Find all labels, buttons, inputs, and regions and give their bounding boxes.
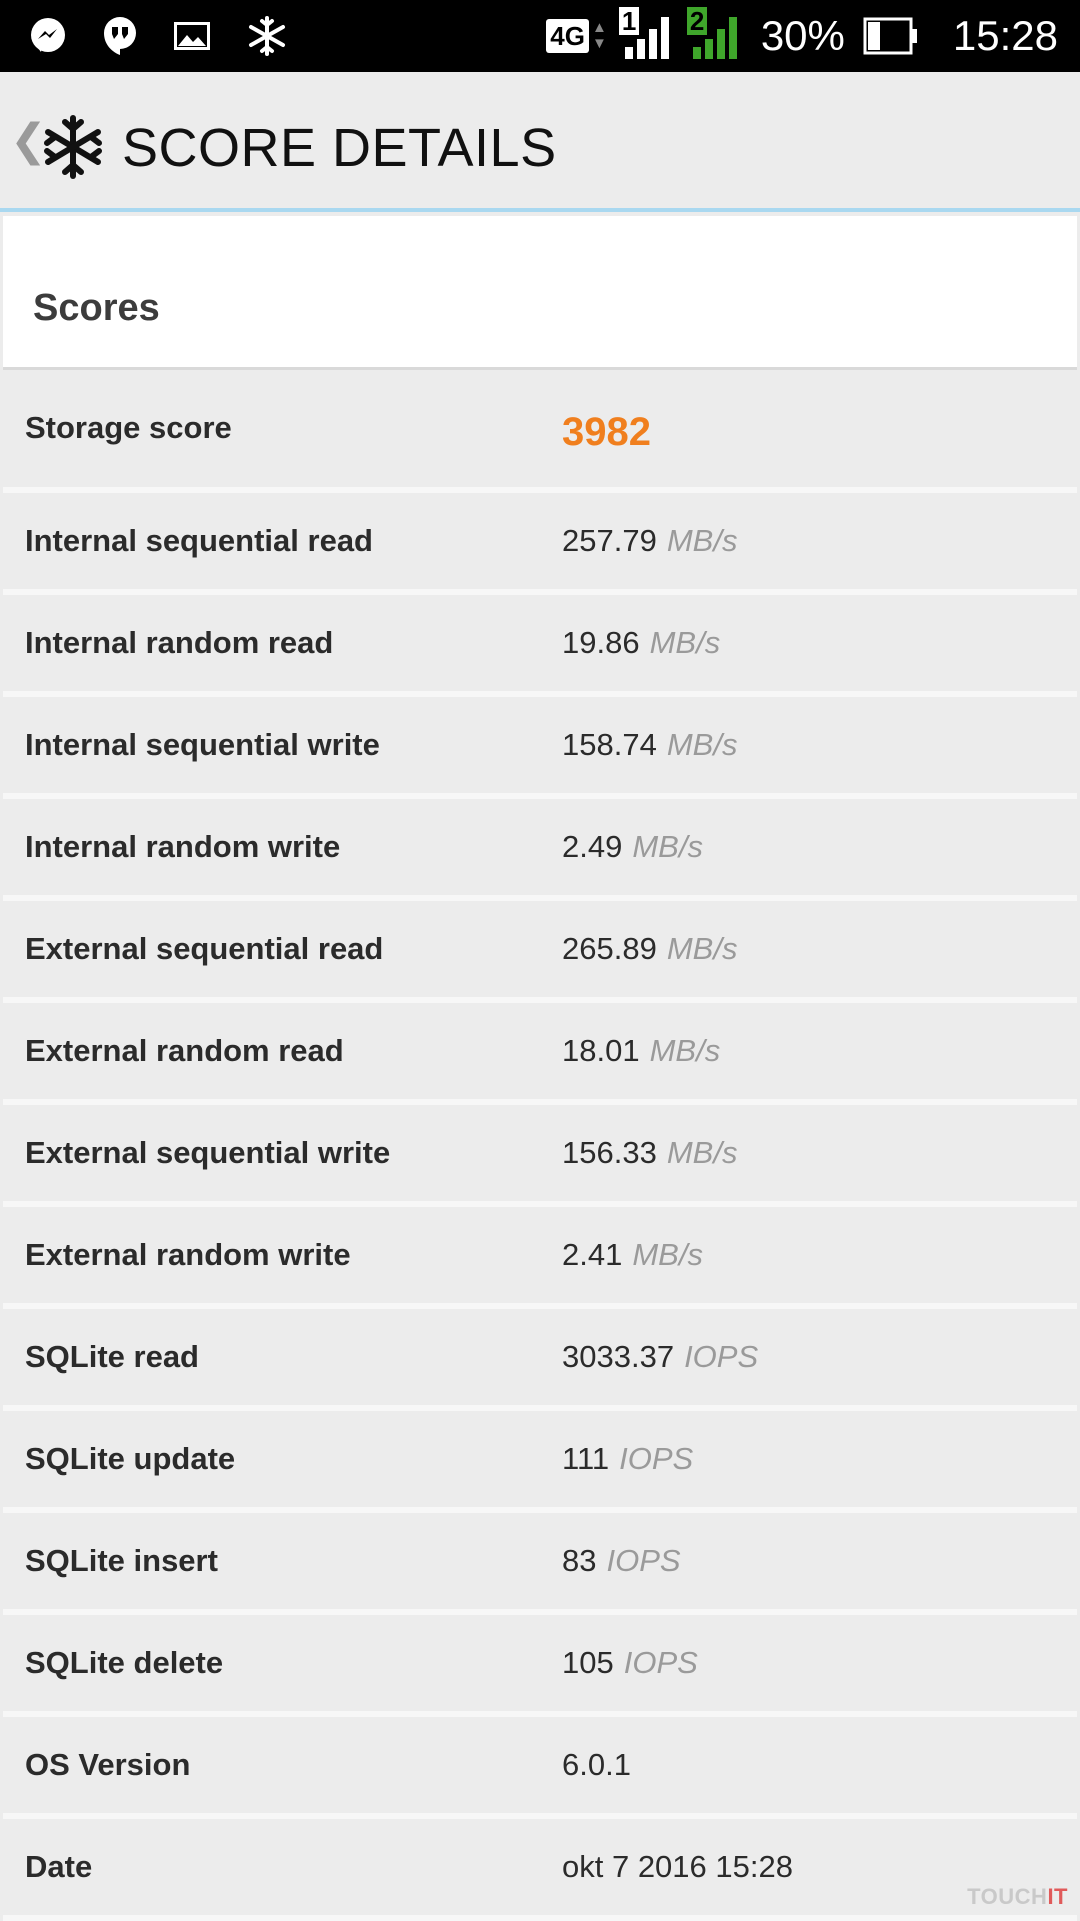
sim2-signal: 2 bbox=[686, 7, 743, 61]
table-row: SQLite delete 105 IOPS bbox=[3, 1615, 1077, 1717]
value-unit: IOPS bbox=[623, 1645, 698, 1680]
value-number: 3033.37 bbox=[562, 1339, 675, 1374]
score-list: Storage score 3982 Internal sequential r… bbox=[3, 380, 1077, 1921]
row-value: 257.79 MB/s bbox=[562, 493, 737, 589]
row-value: 83 IOPS bbox=[562, 1513, 681, 1609]
value-unit: MB/s bbox=[632, 1237, 703, 1272]
row-label: SQLite read bbox=[25, 1339, 199, 1374]
value-unit: MB/s bbox=[666, 523, 738, 558]
value-number: 257.79 bbox=[562, 523, 657, 558]
value-unit: MB/s bbox=[666, 1135, 738, 1170]
value-unit: MB/s bbox=[666, 931, 738, 966]
data-activity-icon: ▲ ▼ bbox=[591, 19, 607, 52]
row-value: 18.01 MB/s bbox=[562, 1003, 720, 1099]
row-value: 158.74 MB/s bbox=[562, 697, 737, 793]
row-label: OS Version bbox=[25, 1747, 191, 1782]
table-row: Storage score 3982 bbox=[3, 380, 1077, 493]
value-number: 6.0.1 bbox=[562, 1747, 631, 1782]
page-title: SCORE DETAILS bbox=[122, 118, 557, 178]
value-number: okt 7 2016 15:28 bbox=[562, 1849, 793, 1884]
row-label: External sequential read bbox=[25, 931, 384, 966]
clock: 15:28 bbox=[952, 12, 1058, 59]
row-value: 19.86 MB/s bbox=[562, 595, 720, 691]
hangouts-icon bbox=[104, 17, 136, 55]
value-unit: MB/s bbox=[649, 625, 721, 660]
value-number: 156.33 bbox=[562, 1135, 657, 1170]
value-number: 158.74 bbox=[562, 727, 657, 762]
value-number: 19.86 bbox=[562, 625, 640, 660]
notification-icons bbox=[28, 0, 288, 72]
watermark: TOUCHIT bbox=[967, 1884, 1068, 1910]
row-label: SQLite update bbox=[25, 1441, 236, 1476]
watermark-suffix: IT bbox=[1047, 1884, 1068, 1909]
table-row: SQLite update 111 IOPS bbox=[3, 1411, 1077, 1513]
row-value: 3982 bbox=[562, 380, 651, 484]
row-value: okt 7 2016 15:28 bbox=[562, 1819, 803, 1915]
row-label: Internal random read bbox=[25, 625, 334, 660]
value-unit: IOPS bbox=[619, 1441, 694, 1476]
sim2-label: 2 bbox=[686, 7, 708, 35]
table-row: Internal sequential read 257.79 MB/s bbox=[3, 493, 1077, 595]
table-row: Internal sequential write 158.74 MB/s bbox=[3, 697, 1077, 799]
value-unit: MB/s bbox=[649, 1033, 721, 1068]
table-row: Date okt 7 2016 15:28 bbox=[3, 1819, 1077, 1921]
sim1-label: 1 bbox=[618, 7, 640, 35]
value-number: 105 bbox=[562, 1645, 614, 1680]
sim1-signal: 1 bbox=[618, 7, 675, 61]
table-row: External random read 18.01 MB/s bbox=[3, 1003, 1077, 1105]
row-label: External random write bbox=[25, 1237, 351, 1272]
row-value: 156.33 MB/s bbox=[562, 1105, 737, 1201]
row-value: 6.0.1 bbox=[562, 1717, 641, 1813]
row-label: Storage score bbox=[25, 410, 232, 445]
row-label: SQLite insert bbox=[25, 1543, 218, 1578]
table-row: External random write 2.41 MB/s bbox=[3, 1207, 1077, 1309]
battery-percent: 30% bbox=[760, 12, 845, 59]
value-unit: MB/s bbox=[666, 727, 738, 762]
battery-icon bbox=[863, 17, 917, 55]
row-value: 2.41 MB/s bbox=[562, 1207, 703, 1303]
table-row: Internal random write 2.49 MB/s bbox=[3, 799, 1077, 901]
row-label: Internal sequential read bbox=[25, 523, 373, 558]
storage-score-value: 3982 bbox=[562, 409, 651, 454]
row-label: Date bbox=[25, 1849, 93, 1884]
row-value: 111 IOPS bbox=[562, 1411, 693, 1507]
value-number: 18.01 bbox=[562, 1033, 640, 1068]
status-bar: 4G ▲ ▼ 1 2 30% 15:28 bbox=[0, 0, 1080, 72]
table-row: Internal random read 19.86 MB/s bbox=[3, 595, 1077, 697]
value-number: 111 bbox=[562, 1441, 610, 1476]
scores-card-header: Scores bbox=[3, 216, 1077, 370]
row-value: 2.49 MB/s bbox=[562, 799, 703, 895]
action-bar: ❮ SCORE DETAILS bbox=[0, 72, 1080, 212]
table-row: External sequential write 156.33 MB/s bbox=[3, 1105, 1077, 1207]
gallery-icon bbox=[174, 22, 210, 50]
network-indicator: 4G ▲ ▼ bbox=[546, 19, 607, 53]
row-label: External sequential write bbox=[25, 1135, 391, 1170]
app-logo-icon[interactable] bbox=[38, 112, 108, 182]
value-number: 83 bbox=[562, 1543, 597, 1578]
row-label: Internal random write bbox=[25, 829, 341, 864]
row-label: External random read bbox=[25, 1033, 344, 1068]
value-unit: IOPS bbox=[684, 1339, 759, 1374]
value-unit: IOPS bbox=[606, 1543, 681, 1578]
value-number: 2.49 bbox=[562, 829, 623, 864]
system-status: 4G ▲ ▼ 1 2 30% 15:28 bbox=[546, 0, 1058, 72]
value-unit: MB/s bbox=[632, 829, 703, 864]
messenger-icon bbox=[31, 18, 65, 52]
table-row: SQLite read 3033.37 IOPS bbox=[3, 1309, 1077, 1411]
value-number: 265.89 bbox=[562, 931, 657, 966]
row-value: 265.89 MB/s bbox=[562, 901, 737, 997]
table-row: SQLite insert 83 IOPS bbox=[3, 1513, 1077, 1615]
row-label: Internal sequential write bbox=[25, 727, 380, 762]
snowflake-icon bbox=[249, 16, 285, 56]
row-value: 105 IOPS bbox=[562, 1615, 698, 1711]
table-row: External sequential read 265.89 MB/s bbox=[3, 901, 1077, 1003]
row-value: 3033.37 IOPS bbox=[562, 1309, 758, 1405]
watermark-prefix: TOUCH bbox=[967, 1884, 1048, 1909]
table-row: OS Version 6.0.1 bbox=[3, 1717, 1077, 1819]
row-label: SQLite delete bbox=[25, 1645, 224, 1680]
network-type-label: 4G bbox=[546, 19, 589, 53]
value-number: 2.41 bbox=[562, 1237, 623, 1272]
scores-title: Scores bbox=[33, 287, 160, 329]
